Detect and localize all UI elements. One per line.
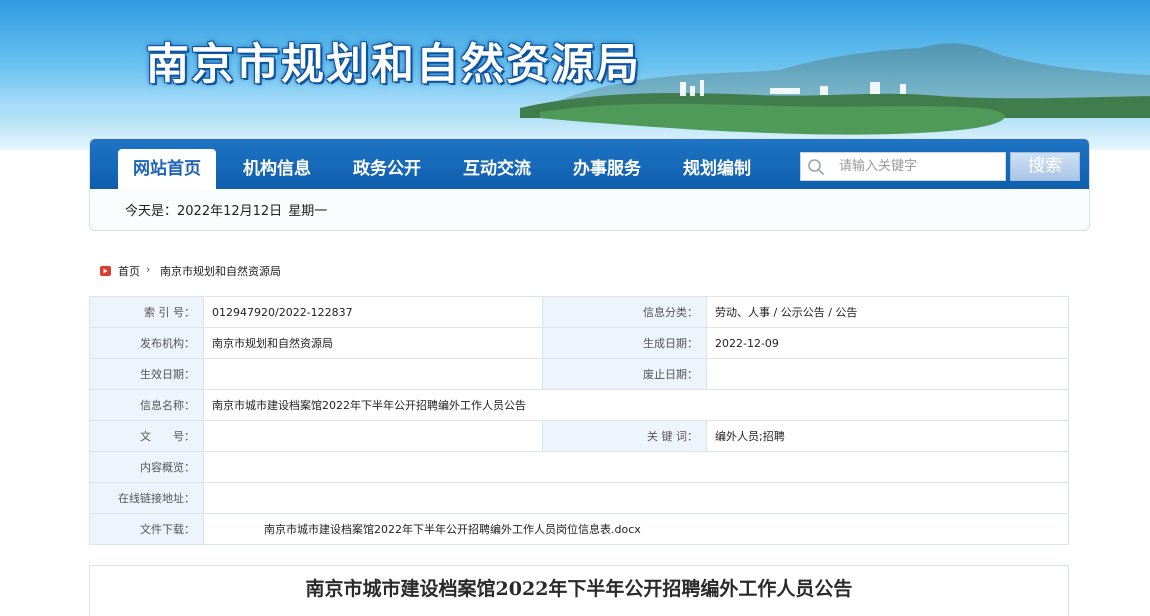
- table-row: 发布机构： 南京市规划和自然资源局 生成日期： 2022-12-09: [89, 327, 1069, 359]
- nav-item-home[interactable]: 网站首页: [118, 149, 216, 189]
- file-download-link[interactable]: 南京市城市建设档案馆2022年下半年公开招聘编外工作人员岗位信息表.docx: [203, 513, 1069, 545]
- effective-date-label: 生效日期：: [89, 358, 204, 390]
- article-panel: 南京市城市建设档案馆2022年下半年公开招聘编外工作人员公告: [89, 565, 1069, 616]
- nav-item-interaction[interactable]: 互动交流: [448, 149, 546, 189]
- nav-item-organization[interactable]: 机构信息: [228, 149, 326, 189]
- table-row: 文 号： 关 键 词： 编外人员;招聘: [89, 420, 1069, 452]
- table-row: 信息名称： 南京市城市建设档案馆2022年下半年公开招聘编外工作人员公告: [89, 389, 1069, 421]
- keywords-label: 关 键 词：: [542, 420, 707, 452]
- effective-date-value: [203, 358, 543, 390]
- nav-item-services[interactable]: 办事服务: [558, 149, 656, 189]
- home-icon: [100, 266, 111, 276]
- site-title: 南京市规划和自然资源局: [146, 40, 641, 90]
- today-date: 今天是：2022年12月12日 星期一: [125, 200, 333, 219]
- nav-item-government-affairs[interactable]: 政务公开: [338, 149, 436, 189]
- table-row: 生效日期： 废止日期：: [89, 358, 1069, 390]
- breadcrumb-separator: ›: [146, 263, 151, 276]
- online-link-value[interactable]: [203, 482, 1069, 514]
- today-weekday: 星期一: [288, 204, 328, 219]
- nav-panel: 网站首页 机构信息 政务公开 互动交流 办事服务 规划编制 搜索 今天是：202…: [89, 138, 1090, 231]
- doc-number-value: [203, 420, 543, 452]
- table-row: 内容概览：: [89, 451, 1069, 483]
- created-date-value: 2022-12-09: [706, 327, 1069, 359]
- article-title: 南京市城市建设档案馆2022年下半年公开招聘编外工作人员公告: [305, 578, 853, 600]
- info-name-label: 信息名称：: [89, 389, 204, 421]
- table-row: 文件下载： 南京市城市建设档案馆2022年下半年公开招聘编外工作人员岗位信息表.…: [89, 513, 1069, 545]
- today-label: 今天是：: [125, 204, 178, 219]
- online-link-label: 在线链接地址：: [89, 482, 204, 514]
- breadcrumb-home-link[interactable]: 首页: [118, 263, 140, 279]
- table-row: 索 引 号： 012947920/2022-122837 信息分类： 劳动、人事…: [89, 296, 1069, 328]
- publisher-value: 南京市规划和自然资源局: [203, 327, 543, 359]
- today-date-value: 2022年12月12日: [177, 204, 283, 219]
- publisher-label: 发布机构：: [89, 327, 204, 359]
- search-input[interactable]: [839, 153, 999, 180]
- index-label: 索 引 号：: [89, 296, 204, 328]
- file-download-label: 文件下载：: [89, 513, 204, 545]
- search-icon: [808, 159, 824, 175]
- table-row: 在线链接地址：: [89, 482, 1069, 514]
- keywords-value: 编外人员;招聘: [706, 420, 1069, 452]
- created-date-label: 生成日期：: [542, 327, 707, 359]
- expired-date-label: 废止日期：: [542, 358, 707, 390]
- main-navbar: 网站首页 机构信息 政务公开 互动交流 办事服务 规划编制 搜索: [90, 139, 1089, 189]
- info-name-value: 南京市城市建设档案馆2022年下半年公开招聘编外工作人员公告: [203, 389, 1069, 421]
- index-value: 012947920/2022-122837: [203, 296, 543, 328]
- category-value: 劳动、人事 / 公示公告 / 公告: [706, 296, 1069, 328]
- doc-number-label: 文 号：: [89, 420, 204, 452]
- expired-date-value: [706, 358, 1069, 390]
- metadata-table: 索 引 号： 012947920/2022-122837 信息分类： 劳动、人事…: [89, 296, 1069, 545]
- search-box: [800, 152, 1006, 181]
- breadcrumb-current[interactable]: 南京市规划和自然资源局: [160, 263, 281, 279]
- search-button[interactable]: 搜索: [1010, 152, 1080, 181]
- nav-item-planning[interactable]: 规划编制: [668, 149, 766, 189]
- category-label: 信息分类：: [542, 296, 707, 328]
- summary-label: 内容概览：: [89, 451, 204, 483]
- summary-value: [203, 451, 1069, 483]
- header-banner: 南京市规划和自然资源局: [0, 0, 1150, 150]
